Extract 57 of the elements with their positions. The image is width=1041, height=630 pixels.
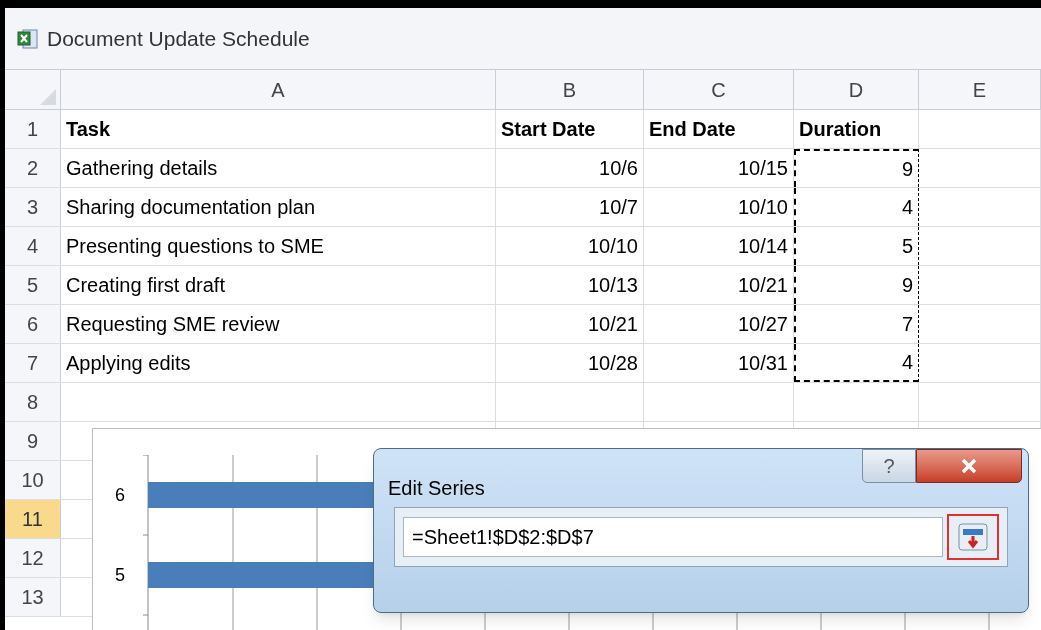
table-cell-text: 7	[901, 312, 913, 337]
table-cell-text: Duration	[799, 117, 882, 142]
row-header[interactable]: 9	[5, 422, 61, 460]
table-cell-text: 4	[901, 195, 913, 220]
table-cell-text: End Date	[649, 117, 736, 142]
help-button[interactable]: ?	[862, 449, 916, 483]
column-header[interactable]: C	[644, 70, 794, 109]
table-cell-text: Task	[66, 117, 111, 142]
row-header[interactable]: 10	[5, 461, 61, 499]
table-cell-text: 9	[901, 157, 913, 182]
row-header[interactable]: 1	[5, 110, 61, 148]
table-cell-text: Sharing documentation plan	[66, 195, 316, 220]
table-cell-text: 10/6	[599, 156, 638, 181]
row-header[interactable]: 6	[5, 305, 61, 343]
close-icon	[960, 458, 978, 474]
table-cell-text: Requesting SME review	[66, 312, 280, 337]
spreadsheet-icon	[17, 27, 39, 50]
close-button[interactable]	[916, 449, 1022, 483]
row-header[interactable]: 3	[5, 188, 61, 226]
table-cell-text: 10/21	[737, 273, 788, 298]
row-header[interactable]: 12	[5, 539, 61, 577]
row-header[interactable]: 4	[5, 227, 61, 265]
window-title: Document Update Schedule	[47, 25, 310, 52]
column-header[interactable]: A	[61, 70, 496, 109]
collapse-icon	[958, 523, 988, 551]
row-header[interactable]: 7	[5, 344, 61, 382]
row-header[interactable]: 8	[5, 383, 61, 421]
table-cell-text: 10/10	[587, 234, 638, 259]
table-cell-text: 10/7	[599, 195, 638, 220]
table-cell-text: 10/27	[737, 312, 788, 337]
table-cell-text: 10/31	[737, 351, 788, 376]
table-cell-text: 10/15	[737, 156, 788, 181]
axis-label: 5	[115, 564, 125, 587]
row-header[interactable]: 2	[5, 149, 61, 187]
table-cell-text: Presenting questions to SME	[66, 234, 324, 259]
dialog-title: Edit Series	[388, 476, 485, 501]
table-cell-text: Creating first draft	[66, 273, 225, 298]
table-cell-text: 10/14	[737, 234, 788, 259]
column-header[interactable]: E	[919, 70, 1041, 109]
table-cell-text: 10/10	[737, 195, 788, 220]
row-header[interactable]: 11	[5, 500, 61, 538]
table-cell-text: 10/13	[587, 273, 638, 298]
row-header[interactable]: 5	[5, 266, 61, 304]
axis-label: 6	[115, 484, 125, 507]
table-cell-text: Start Date	[501, 117, 596, 142]
column-header[interactable]: D	[794, 70, 919, 109]
column-header[interactable]: B	[496, 70, 644, 109]
table-cell-text: 5	[901, 234, 913, 259]
table-cell-text: Applying edits	[66, 351, 191, 376]
range-field[interactable]: =Sheet1!$D$2:$D$7	[403, 517, 943, 557]
table-cell-text: 4	[901, 350, 913, 375]
table-cell-text: Gathering details	[66, 156, 218, 181]
table-cell-text: 10/28	[587, 351, 638, 376]
table-cell-text: 9	[901, 273, 913, 298]
table-cell-text: 10/21	[587, 312, 638, 337]
collapse-dialog-button[interactable]	[947, 514, 999, 560]
row-header[interactable]: 13	[5, 578, 61, 616]
